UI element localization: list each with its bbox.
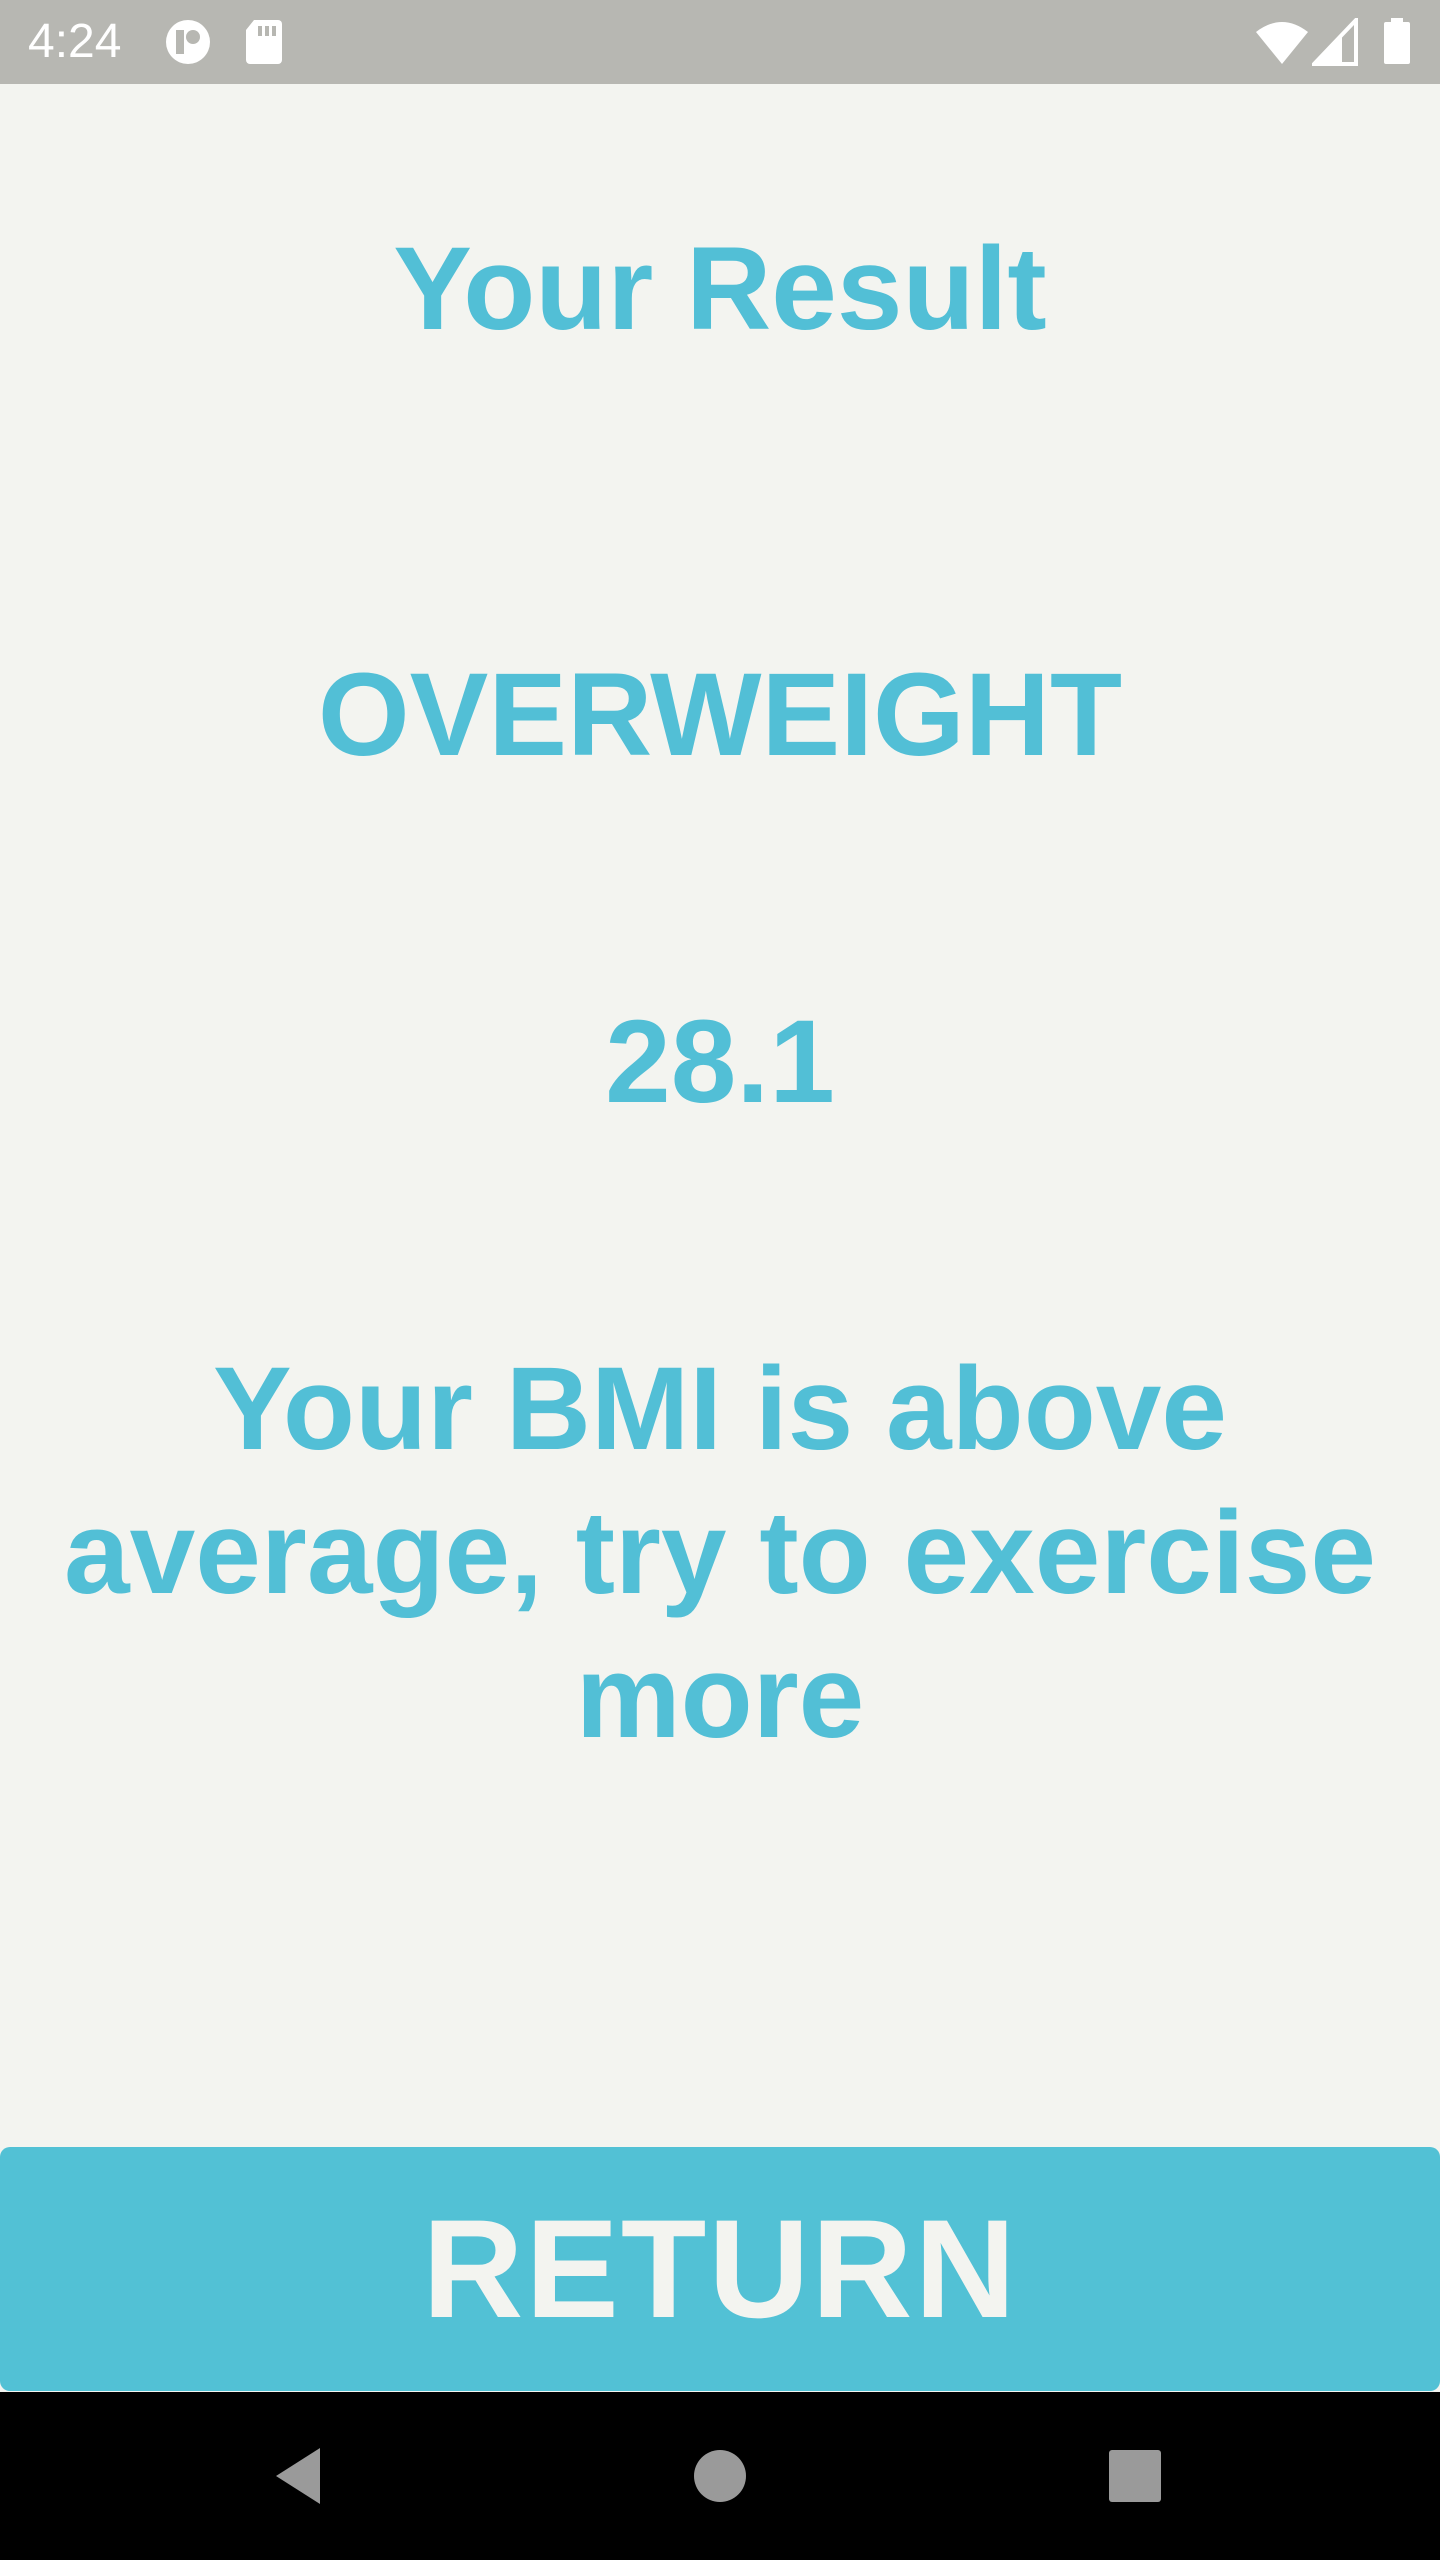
sd-card-icon <box>244 18 284 66</box>
bmi-result-screen: 4:24 Your Result OVERWEIGHT 28.1 Your BM… <box>0 0 1440 2560</box>
status-bar: 4:24 <box>0 0 1440 84</box>
wifi-icon <box>1254 18 1310 66</box>
signal-icon <box>1309 15 1360 66</box>
home-icon[interactable] <box>670 2426 770 2526</box>
notification-app-icon <box>162 18 214 66</box>
status-time: 4:24 <box>28 15 122 68</box>
result-title: Your Result <box>393 223 1047 355</box>
back-icon[interactable] <box>250 2426 350 2526</box>
bmi-value: 28.1 <box>605 996 835 1128</box>
navigation-bar <box>0 2392 1440 2560</box>
bmi-category: OVERWEIGHT <box>317 649 1123 781</box>
battery-icon <box>1382 18 1412 66</box>
recents-icon[interactable] <box>1085 2426 1185 2526</box>
return-button[interactable]: RETURN <box>0 2147 1440 2391</box>
return-button-label: RETURN <box>422 2190 1018 2347</box>
bmi-advice: Your BMI is above average, try to exerci… <box>64 1343 1376 1763</box>
